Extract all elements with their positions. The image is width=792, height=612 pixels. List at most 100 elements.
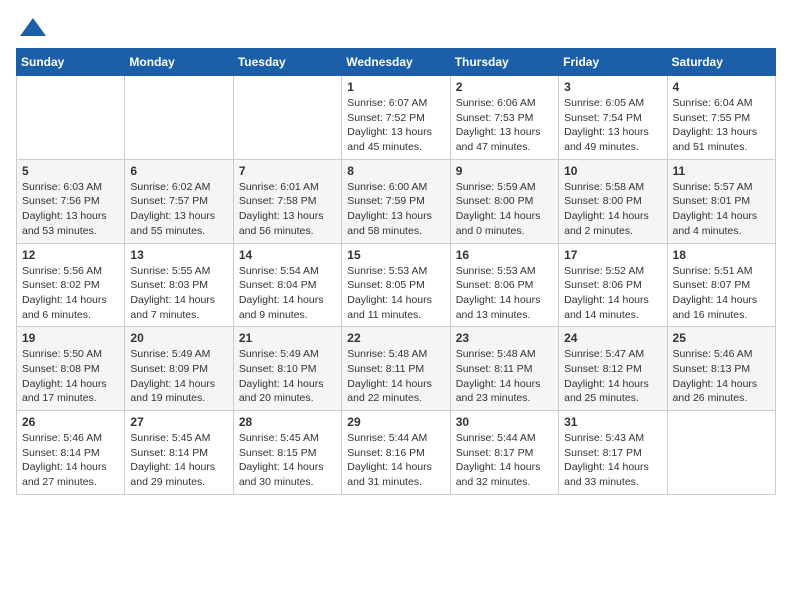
calendar-cell: 27 Sunrise: 5:45 AMSunset: 8:14 PMDayligh… <box>125 411 233 495</box>
calendar-cell: 2 Sunrise: 6:06 AMSunset: 7:53 PMDaylight… <box>450 76 558 160</box>
day-info: Sunrise: 6:00 AMSunset: 7:59 PMDaylight:… <box>347 180 444 239</box>
calendar-cell: 12 Sunrise: 5:56 AMSunset: 8:02 PMDayligh… <box>17 243 125 327</box>
calendar-cell: 11 Sunrise: 5:57 AMSunset: 8:01 PMDayligh… <box>667 159 775 243</box>
calendar-cell: 1Sunrise: 6:07 AMSunset: 7:52 PMDaylight… <box>342 76 450 160</box>
day-info: Sunrise: 6:03 AMSunset: 7:56 PMDaylight:… <box>22 180 119 239</box>
day-number: 9 <box>456 164 553 178</box>
logo-icon <box>18 16 48 40</box>
day-number: 4 <box>673 80 770 94</box>
day-number: 27 <box>130 415 227 429</box>
day-number: 12 <box>22 248 119 262</box>
day-number: 28 <box>239 415 336 429</box>
day-info: Sunrise: 5:53 AMSunset: 8:06 PMDaylight:… <box>456 264 553 323</box>
calendar-cell: 28 Sunrise: 5:45 AMSunset: 8:15 PMDayligh… <box>233 411 341 495</box>
day-info: Sunrise: 5:44 AMSunset: 8:17 PMDaylight:… <box>456 431 553 490</box>
day-number: 20 <box>130 331 227 345</box>
calendar-header-tuesday: Tuesday <box>233 49 341 76</box>
calendar-cell: 14 Sunrise: 5:54 AMSunset: 8:04 PMDayligh… <box>233 243 341 327</box>
logo <box>16 16 50 36</box>
calendar-cell: 23Sunrise: 5:48 AMSunset: 8:11 PMDayligh… <box>450 327 558 411</box>
calendar-cell: 4 Sunrise: 6:04 AMSunset: 7:55 PMDaylight… <box>667 76 775 160</box>
day-number: 15 <box>347 248 444 262</box>
day-info: Sunrise: 5:53 AMSunset: 8:05 PMDaylight:… <box>347 264 444 323</box>
day-number: 25 <box>673 331 770 345</box>
day-number: 13 <box>130 248 227 262</box>
calendar-week-row: 1Sunrise: 6:07 AMSunset: 7:52 PMDaylight… <box>17 76 776 160</box>
calendar-table: SundayMondayTuesdayWednesdayThursdayFrid… <box>16 48 776 495</box>
calendar-week-row: 12 Sunrise: 5:56 AMSunset: 8:02 PMDayligh… <box>17 243 776 327</box>
day-info: Sunrise: 5:52 AMSunset: 8:06 PMDaylight:… <box>564 264 661 323</box>
day-number: 6 <box>130 164 227 178</box>
day-number: 24 <box>564 331 661 345</box>
day-number: 2 <box>456 80 553 94</box>
calendar-cell: 15 Sunrise: 5:53 AMSunset: 8:05 PMDayligh… <box>342 243 450 327</box>
calendar-week-row: 5 Sunrise: 6:03 AMSunset: 7:56 PMDaylight… <box>17 159 776 243</box>
calendar-header-row: SundayMondayTuesdayWednesdayThursdayFrid… <box>17 49 776 76</box>
calendar-cell: 7 Sunrise: 6:01 AMSunset: 7:58 PMDaylight… <box>233 159 341 243</box>
day-number: 19 <box>22 331 119 345</box>
calendar-header-wednesday: Wednesday <box>342 49 450 76</box>
calendar-cell: 18 Sunrise: 5:51 AMSunset: 8:07 PMDayligh… <box>667 243 775 327</box>
day-number: 22 <box>347 331 444 345</box>
day-info: Sunrise: 5:45 AMSunset: 8:14 PMDaylight:… <box>130 431 227 490</box>
day-number: 17 <box>564 248 661 262</box>
day-number: 3 <box>564 80 661 94</box>
calendar-cell: 25 Sunrise: 5:46 AMSunset: 8:13 PMDayligh… <box>667 327 775 411</box>
day-number: 14 <box>239 248 336 262</box>
day-info: Sunrise: 5:58 AMSunset: 8:00 PMDaylight:… <box>564 180 661 239</box>
calendar-cell: 21Sunrise: 5:49 AMSunset: 8:10 PMDayligh… <box>233 327 341 411</box>
day-info: Sunrise: 5:46 AMSunset: 8:13 PMDaylight:… <box>673 347 770 406</box>
calendar-cell: 24 Sunrise: 5:47 AMSunset: 8:12 PMDayligh… <box>559 327 667 411</box>
day-info: Sunrise: 6:05 AMSunset: 7:54 PMDaylight:… <box>564 96 661 155</box>
calendar-header-sunday: Sunday <box>17 49 125 76</box>
calendar-cell: 16 Sunrise: 5:53 AMSunset: 8:06 PMDayligh… <box>450 243 558 327</box>
day-info: Sunrise: 5:51 AMSunset: 8:07 PMDaylight:… <box>673 264 770 323</box>
day-info: Sunrise: 5:47 AMSunset: 8:12 PMDaylight:… <box>564 347 661 406</box>
day-number: 5 <box>22 164 119 178</box>
day-info: Sunrise: 5:50 AMSunset: 8:08 PMDaylight:… <box>22 347 119 406</box>
day-info: Sunrise: 6:02 AMSunset: 7:57 PMDaylight:… <box>130 180 227 239</box>
calendar-cell: 31Sunrise: 5:43 AMSunset: 8:17 PMDayligh… <box>559 411 667 495</box>
calendar-cell <box>233 76 341 160</box>
calendar-header-friday: Friday <box>559 49 667 76</box>
calendar-cell: 17 Sunrise: 5:52 AMSunset: 8:06 PMDayligh… <box>559 243 667 327</box>
calendar-cell: 6 Sunrise: 6:02 AMSunset: 7:57 PMDaylight… <box>125 159 233 243</box>
day-info: Sunrise: 5:45 AMSunset: 8:15 PMDaylight:… <box>239 431 336 490</box>
day-number: 26 <box>22 415 119 429</box>
day-info: Sunrise: 5:43 AMSunset: 8:17 PMDaylight:… <box>564 431 661 490</box>
day-info: Sunrise: 6:04 AMSunset: 7:55 PMDaylight:… <box>673 96 770 155</box>
day-info: Sunrise: 5:49 AMSunset: 8:09 PMDaylight:… <box>130 347 227 406</box>
day-number: 23 <box>456 331 553 345</box>
calendar-cell <box>17 76 125 160</box>
day-info: Sunrise: 5:56 AMSunset: 8:02 PMDaylight:… <box>22 264 119 323</box>
day-number: 18 <box>673 248 770 262</box>
calendar-cell: 26 Sunrise: 5:46 AMSunset: 8:14 PMDayligh… <box>17 411 125 495</box>
calendar-cell: 22 Sunrise: 5:48 AMSunset: 8:11 PMDayligh… <box>342 327 450 411</box>
calendar-header-thursday: Thursday <box>450 49 558 76</box>
calendar-week-row: 26 Sunrise: 5:46 AMSunset: 8:14 PMDayligh… <box>17 411 776 495</box>
day-number: 10 <box>564 164 661 178</box>
day-info: Sunrise: 5:54 AMSunset: 8:04 PMDaylight:… <box>239 264 336 323</box>
calendar-cell <box>667 411 775 495</box>
day-number: 16 <box>456 248 553 262</box>
day-number: 8 <box>347 164 444 178</box>
day-number: 11 <box>673 164 770 178</box>
calendar-cell: 20 Sunrise: 5:49 AMSunset: 8:09 PMDayligh… <box>125 327 233 411</box>
calendar-cell <box>125 76 233 160</box>
calendar-cell: 10 Sunrise: 5:58 AMSunset: 8:00 PMDayligh… <box>559 159 667 243</box>
day-info: Sunrise: 6:06 AMSunset: 7:53 PMDaylight:… <box>456 96 553 155</box>
calendar-header-saturday: Saturday <box>667 49 775 76</box>
day-number: 21 <box>239 331 336 345</box>
day-number: 7 <box>239 164 336 178</box>
day-info: Sunrise: 6:01 AMSunset: 7:58 PMDaylight:… <box>239 180 336 239</box>
day-info: Sunrise: 5:57 AMSunset: 8:01 PMDaylight:… <box>673 180 770 239</box>
day-info: Sunrise: 5:55 AMSunset: 8:03 PMDaylight:… <box>130 264 227 323</box>
day-number: 29 <box>347 415 444 429</box>
calendar-cell: 29Sunrise: 5:44 AMSunset: 8:16 PMDayligh… <box>342 411 450 495</box>
calendar-cell: 5 Sunrise: 6:03 AMSunset: 7:56 PMDaylight… <box>17 159 125 243</box>
day-info: Sunrise: 5:59 AMSunset: 8:00 PMDaylight:… <box>456 180 553 239</box>
day-number: 1 <box>347 80 444 94</box>
day-info: Sunrise: 5:48 AMSunset: 8:11 PMDaylight:… <box>347 347 444 406</box>
calendar-cell: 30Sunrise: 5:44 AMSunset: 8:17 PMDayligh… <box>450 411 558 495</box>
day-info: Sunrise: 5:46 AMSunset: 8:14 PMDaylight:… <box>22 431 119 490</box>
